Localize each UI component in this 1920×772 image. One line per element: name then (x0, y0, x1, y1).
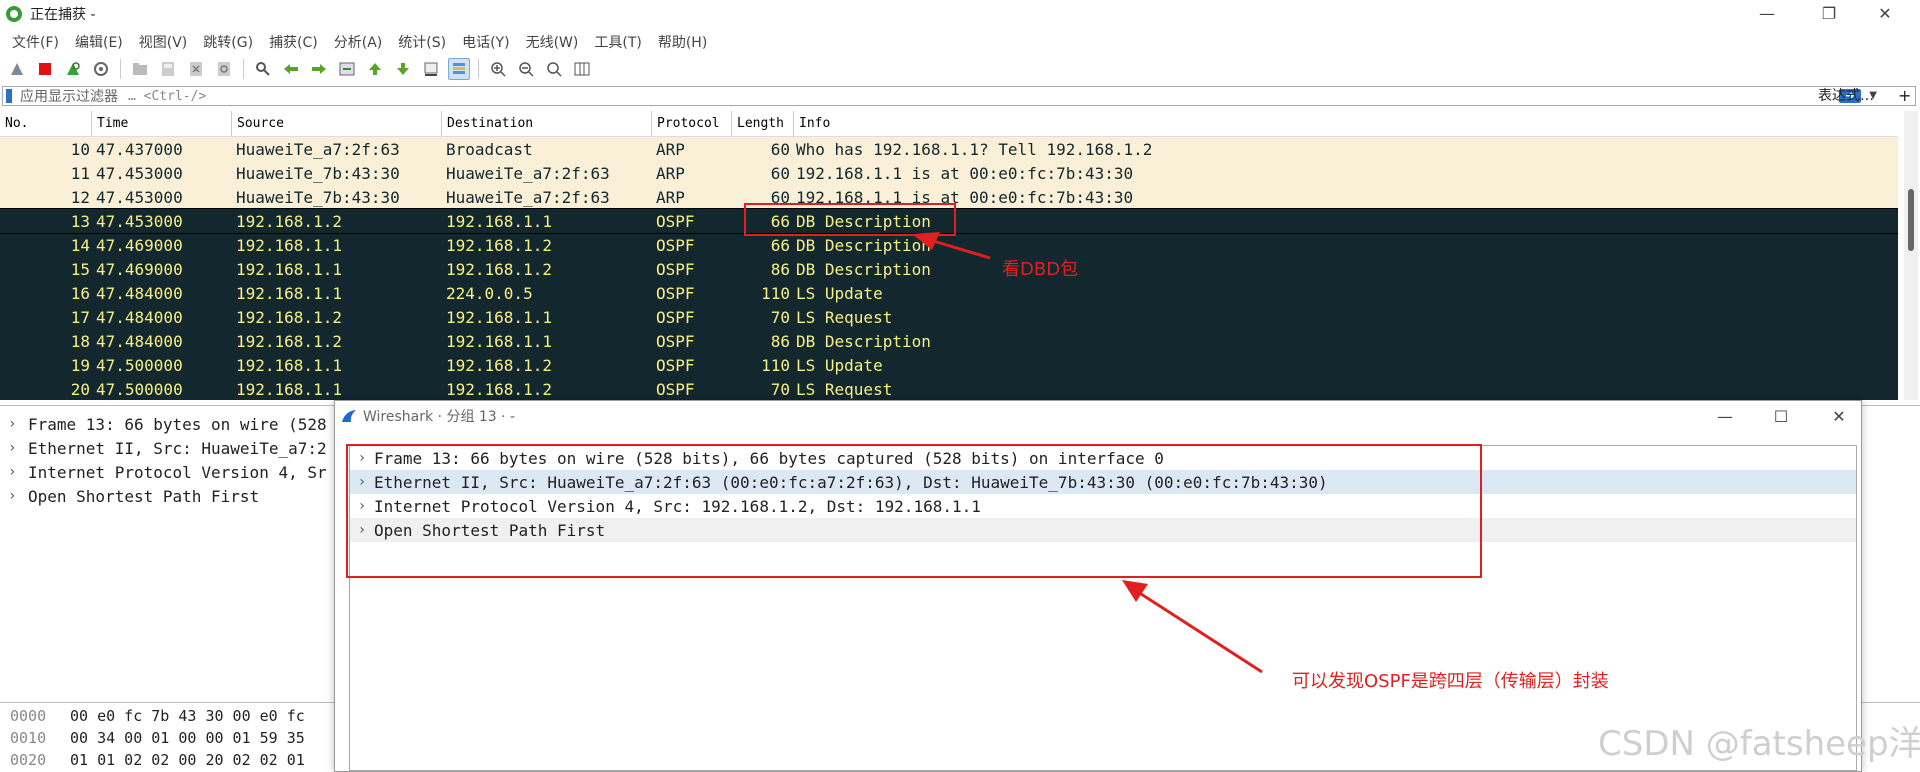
arrow-head-dbd (912, 232, 940, 250)
annotation-ospf-note: 可以发现OSPF是跨四层（传输层）封装 (1292, 671, 1609, 692)
watermark: CSDN @fatsheep洋 (1598, 724, 1920, 764)
arrow-to-tree (1137, 590, 1263, 674)
annotation-dbd: 看DBD包 (1002, 259, 1079, 280)
arrow-to-dbd (929, 238, 991, 260)
annotation-arrows (912, 232, 1263, 674)
arrow-head-tree (1122, 580, 1148, 602)
